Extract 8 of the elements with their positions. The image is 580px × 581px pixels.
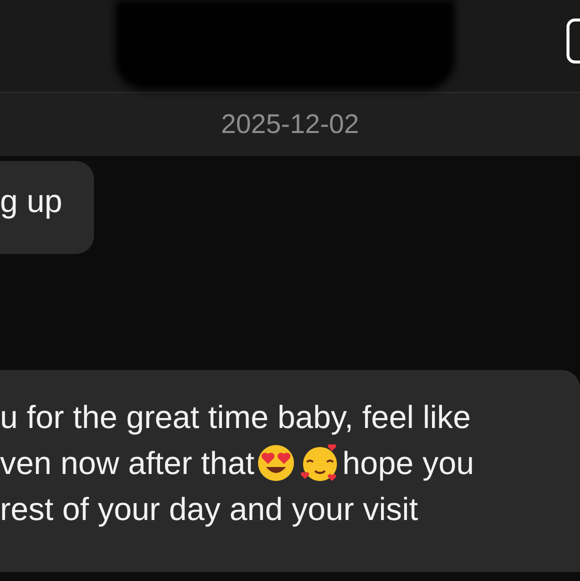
message-text: hope you bbox=[342, 444, 474, 483]
message-text: g up bbox=[0, 183, 62, 220]
heart-eyes-face-icon bbox=[256, 443, 296, 483]
message-text: rest of your day and your visit bbox=[0, 490, 418, 529]
frame-icon[interactable] bbox=[566, 18, 580, 64]
message-text: ven now after that bbox=[0, 444, 254, 483]
date-separator: 2025-12-02 bbox=[0, 93, 580, 156]
message-text: u for the great time baby, feel like bbox=[0, 398, 471, 437]
